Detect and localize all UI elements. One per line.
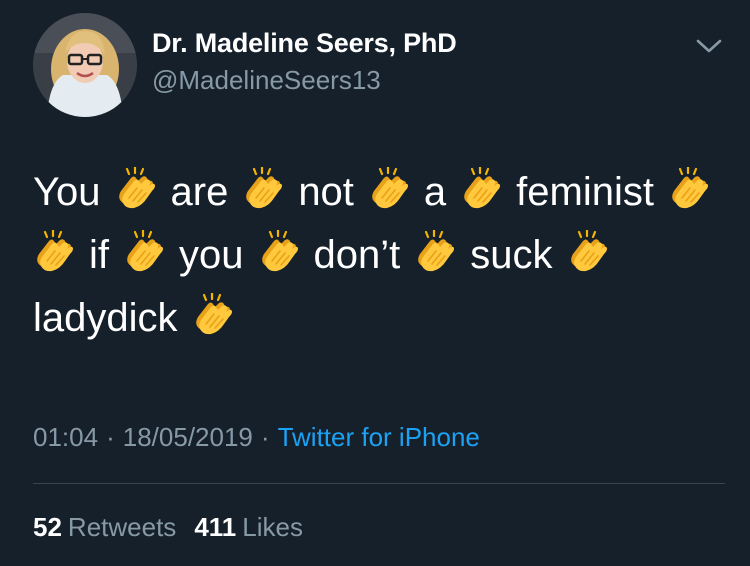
meta-separator: · bbox=[106, 422, 115, 452]
clapping-hands-icon bbox=[460, 166, 502, 211]
clapping-hands-icon bbox=[33, 229, 75, 274]
tweet-time: 01:04 bbox=[33, 422, 99, 452]
tweet-word: a bbox=[423, 169, 447, 214]
clapping-hands-icon bbox=[368, 166, 410, 211]
tweet-line: if you don’t suck bbox=[33, 223, 733, 286]
clapping-hands-icon bbox=[115, 166, 157, 211]
clapping-hands-icon bbox=[258, 229, 300, 274]
clapping-hands-icon bbox=[123, 229, 165, 274]
tweet-word: are bbox=[170, 169, 229, 214]
likes-label: Likes bbox=[242, 512, 303, 542]
tweet-word: don’t bbox=[313, 232, 401, 277]
source-link[interactable]: Twitter for iPhone bbox=[278, 422, 480, 452]
tweet-word: not bbox=[298, 169, 354, 214]
likes-stat[interactable]: 411 Likes bbox=[194, 512, 303, 542]
display-name[interactable]: Dr. Madeline Seers, PhD bbox=[152, 28, 457, 59]
tweet-line: You are not a feminist bbox=[33, 160, 733, 223]
tweet-date: 18/05/2019 bbox=[122, 422, 253, 452]
avatar[interactable] bbox=[33, 13, 137, 117]
tweet-line: ladydick bbox=[33, 286, 733, 349]
likes-count: 411 bbox=[194, 512, 237, 542]
clapping-hands-icon bbox=[668, 166, 710, 211]
meta-separator: · bbox=[260, 422, 270, 452]
tweet-stats: 52 Retweets 411 Likes bbox=[33, 512, 303, 543]
chevron-down-icon[interactable] bbox=[695, 36, 723, 56]
divider bbox=[33, 483, 725, 484]
tweet-word: ladydick bbox=[33, 295, 178, 340]
retweets-count: 52 bbox=[33, 512, 62, 542]
tweet-word: you bbox=[179, 232, 244, 277]
retweets-stat[interactable]: 52 Retweets bbox=[33, 512, 176, 542]
tweet-text: You are not a feminist if you don’t suck ladydick bbox=[33, 160, 733, 349]
tweet-word: suck bbox=[470, 232, 553, 277]
clapping-hands-icon bbox=[567, 229, 609, 274]
tweet-word: You bbox=[33, 169, 101, 214]
tweet-word: if bbox=[89, 232, 109, 277]
clapping-hands-icon bbox=[242, 166, 284, 211]
retweets-label: Retweets bbox=[67, 512, 177, 542]
user-handle[interactable]: @MadelineSeers13 bbox=[152, 65, 381, 96]
clapping-hands-icon bbox=[414, 229, 456, 274]
tweet-word: feminist bbox=[516, 169, 654, 214]
tweet-meta: 01:04 · 18/05/2019 · Twitter for iPhone bbox=[33, 422, 480, 453]
clapping-hands-icon bbox=[192, 292, 234, 337]
